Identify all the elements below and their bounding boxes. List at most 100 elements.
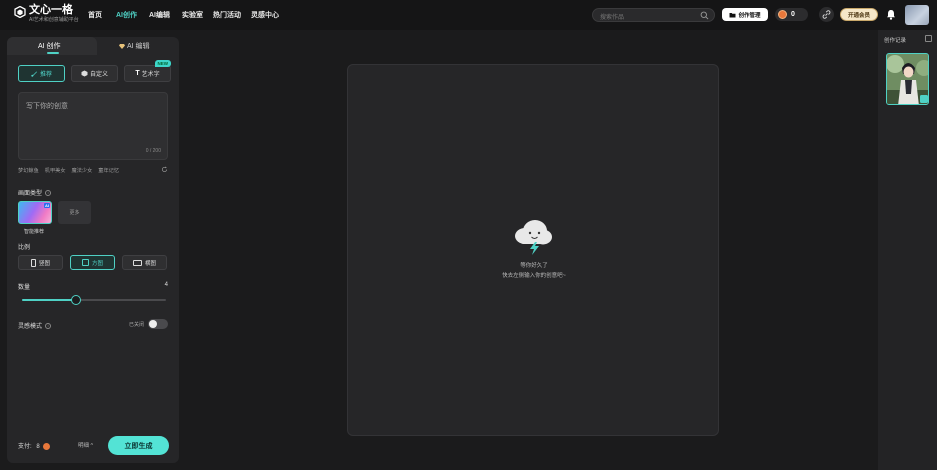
quantity-value: 4 — [164, 282, 168, 288]
style-section-label: 画面类型 — [18, 191, 43, 197]
inspiration-section-header: 灵感模式 i — [18, 321, 52, 330]
tab-ai-edit[interactable]: AI 编辑 — [119, 41, 150, 51]
empty-cloud-icon — [515, 220, 552, 255]
prompt-suggestions: 梦幻鲸鱼 机甲美女 魔法少女 童年记忆 — [18, 166, 168, 174]
quantity-section-header: 数量 — [18, 282, 30, 291]
nav-item-events[interactable]: 热门活动 — [213, 10, 241, 20]
search-icon[interactable] — [700, 11, 709, 20]
ratio-square-button[interactable]: 方图 — [70, 255, 115, 270]
pay-label: 支付: — [18, 444, 32, 450]
inspiration-label: 灵感模式 — [18, 324, 43, 330]
refresh-icon[interactable] — [161, 166, 168, 173]
square-shape-icon — [81, 259, 89, 266]
prompt-char-count: 0 / 200 — [145, 148, 161, 154]
collapse-icon[interactable] — [925, 35, 932, 42]
ratio-selector: 竖图 方图 横图 — [18, 255, 167, 270]
tab-ai-edit-label: AI 编辑 — [127, 43, 150, 50]
ratio-square-label: 方图 — [91, 260, 103, 267]
history-title: 创作记录 — [884, 38, 907, 44]
coin-icon — [43, 442, 51, 450]
tab-ai-create[interactable]: AI 创作 — [38, 41, 61, 51]
user-avatar[interactable] — [905, 5, 929, 25]
prompt-placeholder: 写下你的创意 — [26, 103, 68, 110]
quantity-label: 数量 — [18, 285, 31, 291]
history-item-thumbnail[interactable] — [886, 53, 929, 105]
brush-icon — [31, 71, 37, 77]
coin-balance[interactable]: 0 — [775, 8, 808, 21]
suggestion-chip[interactable]: 机甲美女 — [45, 167, 66, 174]
pay-value: 8 — [36, 444, 40, 450]
suggestion-chip[interactable]: 梦幻鲸鱼 — [18, 167, 39, 174]
style-section-header: 画面类型 i — [18, 188, 52, 197]
chevron-up-icon: ^ — [90, 443, 94, 449]
generate-button[interactable]: 立即生成 — [108, 436, 169, 455]
pay-info: 支付: 8 — [18, 441, 51, 450]
panel-footer: 支付: 8 明细 ^ 立即生成 — [18, 436, 170, 455]
mode-custom-label: 自定义 — [89, 72, 108, 78]
nav-item-inspiration[interactable]: 灵感中心 — [251, 10, 279, 20]
quantity-slider-fill — [22, 299, 76, 301]
search-placeholder: 搜索作品 — [600, 15, 625, 21]
bell-icon[interactable] — [886, 9, 896, 20]
ratio-section-header: 比例 — [18, 242, 30, 251]
quantity-slider[interactable] — [22, 295, 166, 305]
creation-management-label: 创作管理 — [738, 12, 761, 19]
style-smart-recommend-thumb[interactable]: AI — [18, 201, 52, 224]
mode-selector: 推荐 自定义 T 艺术字 NEW — [18, 60, 171, 82]
brand-logo[interactable]: 文心一格 AI艺术和创意辅助平台 — [14, 4, 79, 24]
nav-item-ai-edit[interactable]: AI编辑 — [149, 10, 170, 20]
main-nav: 首页 AI创作 AI编辑 实验室 热门活动 灵感中心 — [88, 10, 279, 20]
text-t-icon: T — [135, 70, 140, 77]
info-icon[interactable]: i — [45, 189, 52, 196]
suggestion-chip[interactable]: 魔法少女 — [72, 167, 93, 174]
inspiration-state-label: 已关闭 — [129, 322, 145, 328]
quantity-slider-handle[interactable] — [71, 295, 81, 305]
anime-character-image — [887, 54, 928, 104]
new-badge: NEW — [154, 60, 171, 67]
ratio-portrait-button[interactable]: 竖图 — [18, 255, 63, 270]
brand-subtitle: AI艺术和创意辅助平台 — [29, 17, 79, 23]
search-input[interactable]: 搜索作品 — [592, 8, 715, 22]
mode-recommend-button[interactable]: 推荐 — [18, 65, 65, 82]
detail-link[interactable]: 明细 ^ — [78, 441, 93, 449]
mode-art-text-button[interactable]: T 艺术字 NEW — [124, 60, 171, 82]
share-link-button[interactable] — [819, 7, 834, 22]
nav-item-lab[interactable]: 实验室 — [182, 10, 203, 20]
suggestion-chip[interactable]: 童年记忆 — [98, 167, 119, 174]
coin-icon — [778, 10, 787, 19]
ai-tag: AI — [44, 203, 50, 208]
open-vip-button[interactable]: 开通会员 — [840, 8, 878, 21]
prompt-input[interactable]: 写下你的创意 0 / 200 — [18, 92, 168, 160]
mode-custom-button[interactable]: 自定义 — [71, 65, 118, 82]
creation-panel: AI 创作 AI 编辑 推荐 自定义 T 艺术字 NEW 写下你的创意 0 / … — [7, 37, 179, 463]
ratio-landscape-label: 横图 — [144, 260, 156, 267]
result-canvas: 等你好久了 快去左侧输入你的创意吧~ — [347, 64, 719, 436]
style-selected-caption: 智能推荐 — [24, 229, 45, 235]
ratio-portrait-label: 竖图 — [38, 260, 50, 267]
landscape-shape-icon — [132, 259, 142, 266]
detail-label: 明细 — [78, 443, 90, 449]
brand-title: 文心一格 — [29, 4, 73, 16]
ratio-landscape-button[interactable]: 横图 — [122, 255, 167, 270]
creation-management-button[interactable]: 创作管理 — [722, 8, 768, 21]
mode-recommend-label: 推荐 — [39, 72, 52, 78]
portrait-shape-icon — [30, 258, 36, 267]
nav-item-ai-create[interactable]: AI创作 — [116, 10, 137, 20]
empty-state-title: 等你好久了 — [520, 263, 548, 269]
inspiration-toggle[interactable] — [148, 319, 168, 329]
cube-icon — [81, 70, 88, 77]
empty-state-hint: 快去左侧输入你的创意吧~ — [502, 273, 566, 279]
panel-tabs: AI 创作 AI 编辑 — [7, 37, 179, 55]
ratio-section-label: 比例 — [18, 245, 31, 251]
info-icon[interactable]: i — [45, 322, 52, 329]
logo-mark-icon — [14, 6, 26, 18]
mode-art-text-label: 艺术字 — [141, 72, 160, 78]
folder-icon — [729, 12, 736, 17]
toggle-knob — [149, 320, 157, 328]
nav-item-home[interactable]: 首页 — [88, 10, 102, 20]
top-bar: 文心一格 AI艺术和创意辅助平台 首页 AI创作 AI编辑 实验室 热门活动 灵… — [0, 0, 937, 30]
style-more-button[interactable]: 更多 — [58, 201, 91, 224]
link-icon — [822, 10, 831, 19]
active-tab-indicator — [47, 52, 59, 54]
history-sidebar: 创作记录 — [878, 30, 937, 470]
